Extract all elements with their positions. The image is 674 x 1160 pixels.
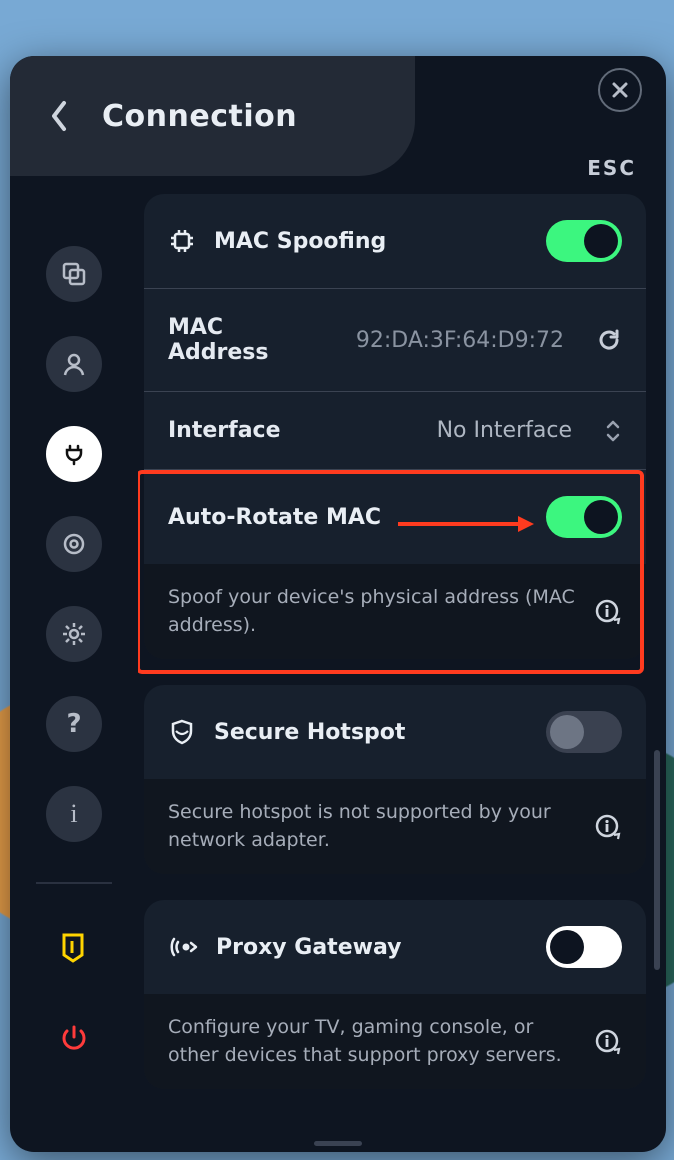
broadcast-icon — [168, 934, 198, 960]
info-link-icon — [594, 1028, 622, 1056]
proxy-label: Proxy Gateway — [216, 935, 401, 960]
settings-panel: Connection ESC ? — [10, 56, 666, 1152]
chevron-left-icon — [48, 99, 68, 133]
proxy-desc-text: Configure your TV, gaming console, or ot… — [168, 1014, 578, 1069]
mac-address-label: MAC Address — [168, 315, 320, 365]
mac-spoofing-label: MAC Spoofing — [214, 229, 386, 254]
sidebar-item-target[interactable] — [46, 516, 102, 572]
sidebar-item-connection[interactable] — [46, 426, 102, 482]
scrollbar[interactable] — [654, 750, 660, 970]
shield-icon — [168, 718, 196, 746]
interface-row[interactable]: Interface No Interface — [144, 391, 646, 469]
mac-card: MAC Spoofing MAC Address 92:DA:3F:64:D9:… — [144, 194, 646, 659]
hotspot-row: Secure Hotspot — [144, 685, 646, 779]
page-title: Connection — [102, 99, 297, 134]
mac-address-value: 92:DA:3F:64:D9:72 — [356, 328, 564, 353]
back-button[interactable] — [38, 96, 78, 136]
interface-value: No Interface — [437, 418, 572, 443]
sidebar-item-settings[interactable] — [46, 606, 102, 662]
proxy-desc: Configure your TV, gaming console, or ot… — [144, 994, 646, 1089]
sidebar-item-account[interactable] — [46, 336, 102, 392]
chevron-updown-icon — [604, 419, 622, 443]
mac-desc-text: Spoof your device's physical address (MA… — [168, 584, 578, 639]
auto-rotate-label: Auto-Rotate MAC — [168, 505, 381, 530]
info-link-icon — [594, 598, 622, 626]
sidebar-item-help[interactable]: ? — [46, 696, 102, 752]
mac-spoofing-row: MAC Spoofing — [144, 194, 646, 288]
gear-icon — [61, 621, 87, 647]
drag-handle[interactable] — [314, 1141, 362, 1146]
mac-card-desc: Spoof your device's physical address (MA… — [144, 564, 646, 659]
refresh-icon — [596, 327, 622, 353]
close-icon — [610, 80, 630, 100]
interface-select-icon — [604, 419, 622, 443]
target-icon — [61, 531, 87, 557]
question-icon: ? — [66, 709, 81, 739]
shield-badge-icon — [60, 932, 88, 964]
mac-info-button[interactable] — [594, 598, 622, 626]
info-link-icon — [594, 813, 622, 841]
sidebar-item-badge[interactable] — [46, 920, 102, 976]
proxy-toggle[interactable] — [546, 926, 622, 968]
sidebar-item-power[interactable] — [46, 1010, 102, 1066]
hotspot-desc-text: Secure hotspot is not supported by your … — [168, 799, 578, 854]
power-icon — [60, 1024, 88, 1052]
windows-icon — [61, 261, 87, 287]
interface-label: Interface — [168, 418, 281, 443]
mac-address-row: MAC Address 92:DA:3F:64:D9:72 — [144, 288, 646, 391]
person-icon — [61, 351, 87, 377]
mac-spoofing-toggle[interactable] — [546, 220, 622, 262]
chip-icon — [168, 227, 196, 255]
proxy-info-button[interactable] — [594, 1028, 622, 1056]
panel-body: ? i MAC Spoofi — [10, 176, 666, 1152]
hotspot-label: Secure Hotspot — [214, 720, 405, 745]
hotspot-card: Secure Hotspot Secure hotspot is not sup… — [144, 685, 646, 874]
proxy-row: Proxy Gateway — [144, 900, 646, 994]
hotspot-desc: Secure hotspot is not supported by your … — [144, 779, 646, 874]
sidebar-separator — [36, 882, 112, 884]
sidebar-item-windows[interactable] — [46, 246, 102, 302]
sidebar: ? i — [10, 176, 138, 1152]
proxy-card: Proxy Gateway Configure your TV, gaming … — [144, 900, 646, 1089]
hotspot-toggle[interactable] — [546, 711, 622, 753]
info-icon: i — [70, 799, 77, 829]
close-button[interactable] — [598, 68, 642, 112]
auto-rotate-row: Auto-Rotate MAC — [144, 469, 646, 564]
refresh-mac-button[interactable] — [596, 327, 622, 353]
hotspot-info-button[interactable] — [594, 813, 622, 841]
sidebar-item-info[interactable]: i — [46, 786, 102, 842]
auto-rotate-toggle[interactable] — [546, 496, 622, 538]
panel-header: Connection — [10, 56, 415, 176]
plug-icon — [61, 441, 87, 467]
content-area: MAC Spoofing MAC Address 92:DA:3F:64:D9:… — [138, 176, 666, 1152]
